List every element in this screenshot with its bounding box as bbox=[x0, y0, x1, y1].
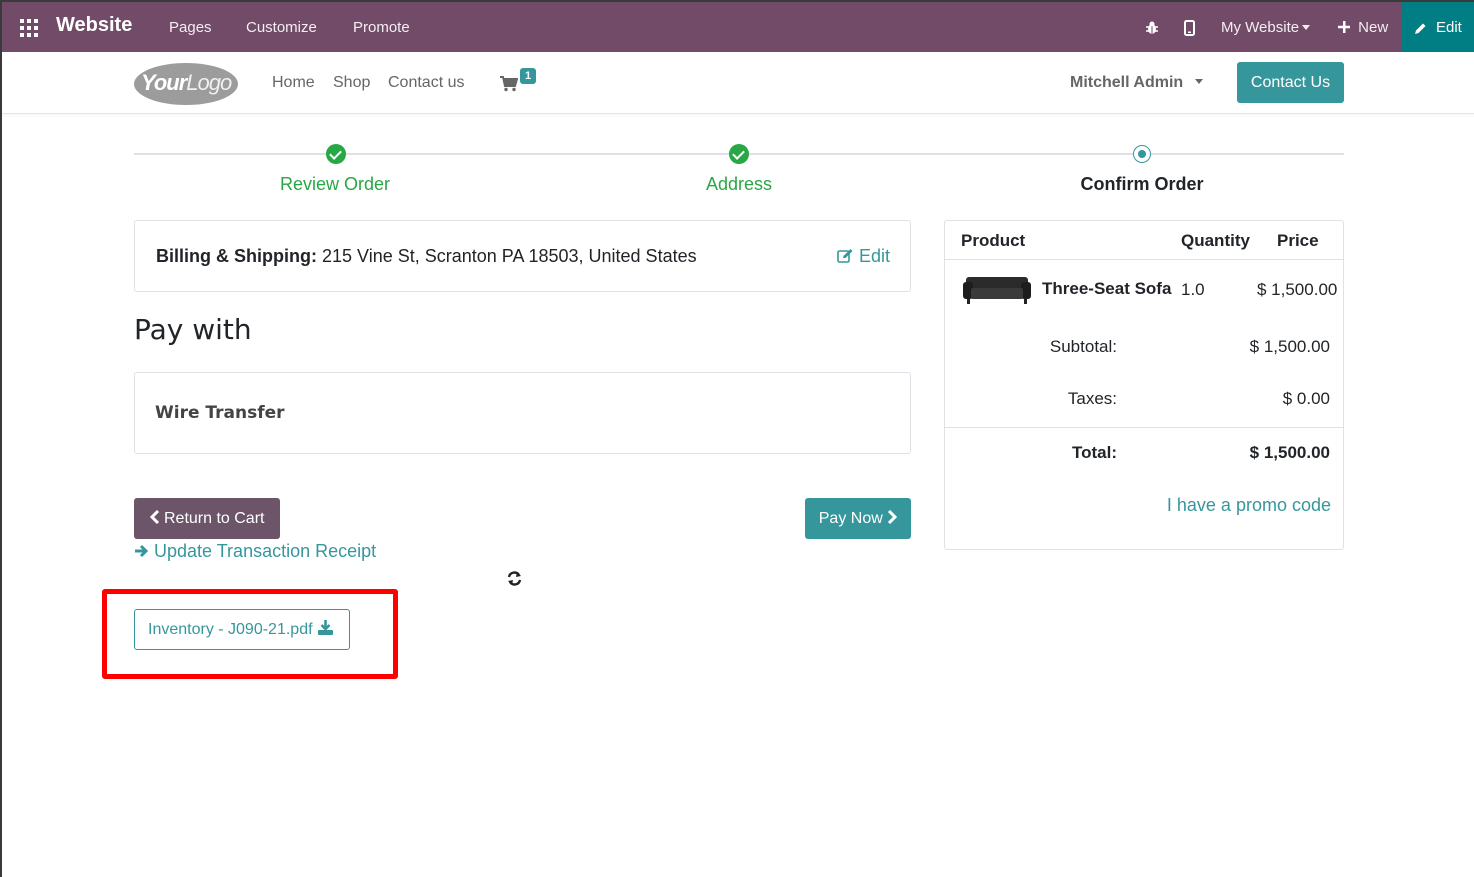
logo-text-light: Logo bbox=[186, 70, 232, 95]
return-to-cart-label: Return to Cart bbox=[163, 510, 265, 527]
debug-bug-icon[interactable] bbox=[1144, 20, 1160, 40]
edit-button[interactable]: Edit bbox=[1402, 2, 1474, 52]
step-address[interactable]: Address bbox=[619, 174, 859, 195]
admin-navbar: Website Pages Customize Promote My Websi… bbox=[2, 0, 1474, 52]
plus-icon bbox=[1338, 21, 1350, 33]
step-review-order[interactable]: Review Order bbox=[215, 174, 455, 195]
apps-menu-icon[interactable] bbox=[20, 19, 38, 37]
chevron-left-icon bbox=[149, 509, 159, 525]
col-product: Product bbox=[961, 231, 1026, 250]
user-menu[interactable]: Mitchell Admin bbox=[1070, 74, 1203, 92]
window-frame-left bbox=[0, 0, 2, 877]
billing-address: 215 Vine St, Scranton PA 18503, United S… bbox=[322, 246, 697, 266]
nav-shop[interactable]: Shop bbox=[333, 74, 370, 92]
new-button-label: New bbox=[1358, 19, 1389, 36]
total-label: Total: bbox=[1071, 443, 1117, 462]
caret-down-icon bbox=[1194, 79, 1203, 85]
site-logo[interactable]: YourLogo bbox=[134, 63, 238, 105]
subtotal-label: Subtotal: bbox=[1049, 337, 1117, 356]
website-selector[interactable]: My Website bbox=[1221, 19, 1311, 36]
return-to-cart-button[interactable]: Return to Cart bbox=[134, 498, 280, 539]
payment-method-label: Wire Transfer bbox=[155, 403, 285, 423]
step-confirm-order: Confirm Order bbox=[1080, 174, 1204, 194]
menu-pages[interactable]: Pages bbox=[169, 19, 212, 36]
pay-now-label: Pay Now bbox=[818, 510, 883, 527]
menu-customize[interactable]: Customize bbox=[246, 19, 317, 36]
refresh-icon[interactable] bbox=[506, 570, 523, 592]
attachment-filename: Inventory - J090-21.pdf bbox=[148, 621, 313, 638]
order-summary-card: Product Quantity Price Three-Seat Sofa 1… bbox=[944, 220, 1344, 550]
nav-home[interactable]: Home bbox=[272, 74, 315, 92]
product-thumbnail bbox=[963, 273, 1031, 307]
edit-button-label: Edit bbox=[1436, 19, 1462, 36]
billing-shipping-text: Billing & Shipping: 215 Vine St, Scranto… bbox=[156, 246, 697, 267]
contact-us-button[interactable]: Contact Us bbox=[1237, 62, 1344, 103]
site-header: YourLogo Home Shop Contact us 1 Mitchell… bbox=[2, 52, 1474, 114]
pencil-icon bbox=[1415, 23, 1426, 34]
user-name: Mitchell Admin bbox=[1070, 74, 1184, 91]
chevron-right-icon bbox=[888, 509, 898, 525]
taxes-label: Taxes: bbox=[1067, 389, 1117, 408]
taxes-value: $ 0.00 bbox=[1282, 389, 1330, 408]
payment-method-card[interactable]: Wire Transfer bbox=[134, 372, 911, 454]
product-name[interactable]: Three-Seat Sofa bbox=[1042, 279, 1171, 299]
step-current-dot-icon bbox=[1133, 145, 1151, 163]
edit-square-icon bbox=[837, 249, 853, 263]
edit-address-link[interactable]: Edit bbox=[837, 246, 890, 267]
product-price: $ 1,500.00 bbox=[1257, 280, 1338, 299]
logo-text-bold: Your bbox=[141, 70, 187, 95]
website-selector-label: My Website bbox=[1221, 19, 1300, 36]
mobile-preview-icon[interactable] bbox=[1184, 20, 1195, 40]
shopping-cart-icon bbox=[500, 76, 518, 92]
cart-count-badge: 1 bbox=[520, 68, 537, 84]
download-icon bbox=[318, 620, 333, 635]
billing-card: Billing & Shipping: 215 Vine St, Scranto… bbox=[134, 220, 911, 292]
app-title[interactable]: Website bbox=[56, 14, 132, 37]
total-value: $ 1,500.00 bbox=[1249, 443, 1330, 462]
menu-promote[interactable]: Promote bbox=[353, 19, 410, 36]
promo-code-link[interactable]: I have a promo code bbox=[1135, 495, 1331, 516]
pay-now-button[interactable]: Pay Now bbox=[805, 498, 911, 539]
billing-label: Billing & Shipping: bbox=[156, 246, 317, 266]
update-receipt-link[interactable]: Update Transaction Receipt bbox=[134, 541, 376, 562]
divider bbox=[945, 427, 1343, 428]
caret-down-icon bbox=[1302, 24, 1311, 30]
edit-address-label: Edit bbox=[859, 246, 891, 266]
col-price: Price bbox=[1277, 231, 1319, 250]
divider bbox=[945, 259, 1343, 260]
step-done-check-icon bbox=[729, 144, 749, 164]
pay-with-heading: Pay with bbox=[134, 313, 252, 346]
step-done-check-icon bbox=[326, 144, 346, 164]
product-quantity: 1.0 bbox=[1181, 280, 1205, 299]
new-button[interactable]: New bbox=[1338, 19, 1388, 36]
update-receipt-label: Update Transaction Receipt bbox=[154, 541, 377, 561]
col-quantity: Quantity bbox=[1181, 231, 1250, 250]
subtotal-value: $ 1,500.00 bbox=[1249, 337, 1330, 356]
nav-contact-us[interactable]: Contact us bbox=[388, 74, 464, 92]
attachment-download-button[interactable]: Inventory - J090-21.pdf bbox=[134, 609, 350, 650]
arrow-right-icon bbox=[135, 544, 149, 558]
